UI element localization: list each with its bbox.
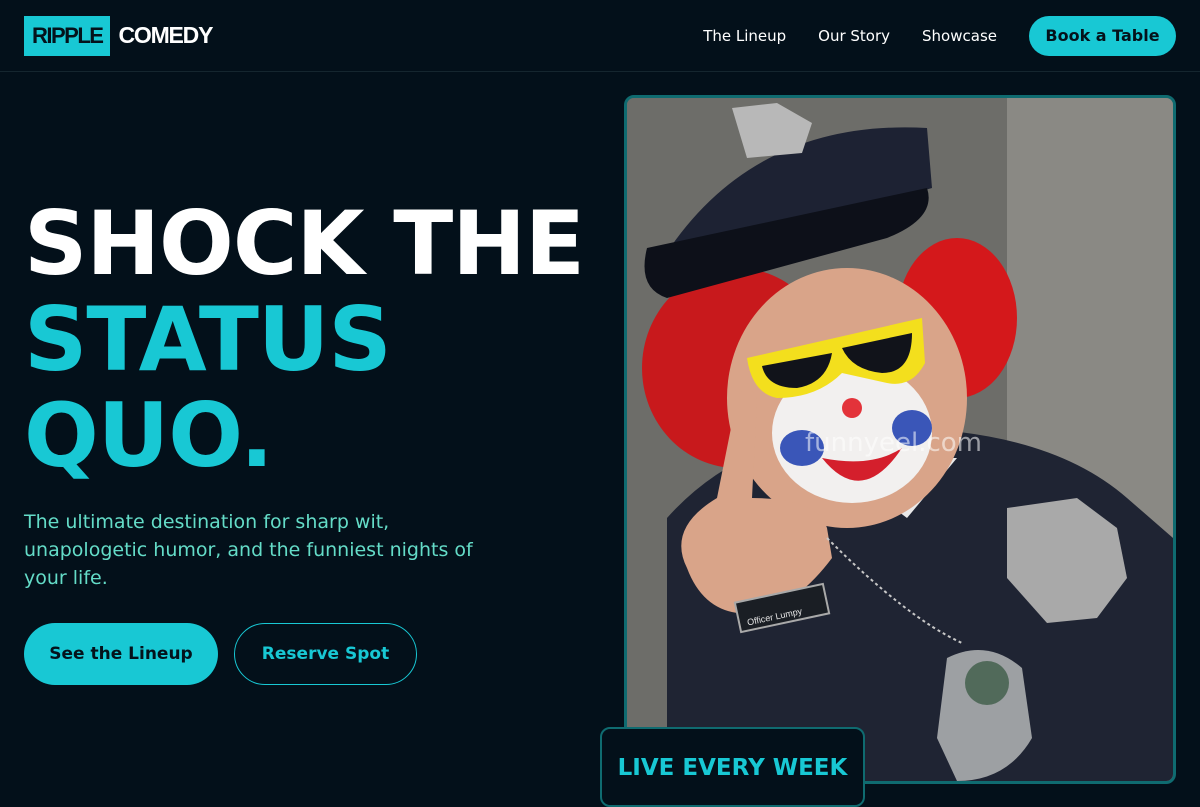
headline-line-1: SHOCK THE bbox=[24, 192, 585, 295]
logo-badge: RIPPLE bbox=[24, 15, 111, 56]
hero-photo: Officer Lumpy funnyeel.com bbox=[624, 95, 1176, 784]
logo-wordmark: COMEDY bbox=[118, 22, 213, 48]
headline-line-2: STATUS bbox=[24, 288, 392, 391]
hero-subtext: The ultimate destination for sharp wit, … bbox=[24, 511, 473, 589]
image-watermark: funnyeel.com bbox=[805, 428, 982, 458]
site-logo[interactable]: RIPPLE COMEDY bbox=[24, 15, 213, 56]
top-navigation-bar: RIPPLE COMEDY The Lineup Our Story Showc… bbox=[0, 0, 1200, 72]
headline-line-3: QUO. bbox=[24, 384, 274, 487]
nav-link-lineup[interactable]: The Lineup bbox=[703, 27, 786, 45]
nav-link-showcase[interactable]: Showcase bbox=[922, 27, 997, 45]
live-every-week-badge: LIVE EVERY WEEK bbox=[600, 727, 865, 807]
nav-link-our-story[interactable]: Our Story bbox=[818, 27, 890, 45]
reserve-spot-button[interactable]: Reserve Spot bbox=[234, 623, 417, 685]
clown-cop-photo: Officer Lumpy funnyeel.com bbox=[627, 98, 1173, 781]
see-lineup-button[interactable]: See the Lineup bbox=[24, 623, 218, 685]
book-table-button[interactable]: Book a Table bbox=[1029, 15, 1176, 56]
hero-headline: SHOCK THE STATUS QUO. bbox=[24, 192, 585, 487]
main-nav: The Lineup Our Story Showcase Book a Tab… bbox=[703, 15, 1176, 56]
